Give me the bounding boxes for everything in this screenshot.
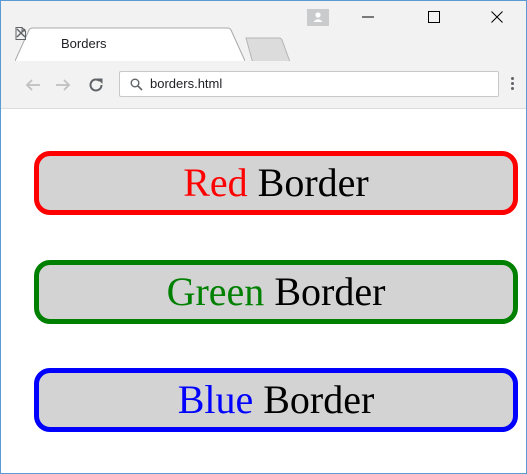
minimize-button[interactable] — [346, 1, 390, 31]
box-color-word: Red — [183, 160, 248, 205]
box-word: Border — [263, 377, 375, 422]
tab-title: Borders — [61, 36, 107, 51]
back-icon[interactable] — [24, 76, 42, 94]
box-color-word: Blue — [177, 377, 254, 422]
maximize-icon — [428, 11, 440, 23]
search-icon — [130, 78, 143, 91]
page-content: Red Border Green Border Blue Border — [1, 110, 526, 473]
title-bar: Borders — [1, 1, 526, 63]
close-icon — [491, 11, 503, 23]
address-bar[interactable]: borders.html — [119, 71, 499, 97]
reload-icon[interactable] — [87, 76, 105, 94]
box-word: Border — [274, 269, 386, 314]
url-text[interactable]: borders.html — [150, 76, 222, 91]
box-color-word: Green — [166, 269, 265, 314]
green-border-box: Green Border — [34, 260, 518, 324]
profile-icon[interactable] — [307, 9, 329, 26]
maximize-button[interactable] — [412, 1, 456, 31]
red-border-box: Red Border — [34, 151, 518, 215]
browser-tab[interactable]: Borders — [15, 27, 245, 61]
close-icon[interactable] — [15, 27, 27, 39]
browser-window: Borders borders.html Red Border Green Bo… — [0, 0, 527, 474]
new-tab-button[interactable] — [245, 37, 291, 63]
menu-icon[interactable] — [507, 75, 517, 95]
blue-border-box: Blue Border — [34, 368, 518, 432]
close-window-button[interactable] — [475, 1, 519, 31]
browser-toolbar: borders.html — [1, 61, 526, 109]
forward-icon[interactable] — [54, 76, 72, 94]
minimize-icon — [362, 16, 374, 18]
box-word: Border — [257, 160, 369, 205]
